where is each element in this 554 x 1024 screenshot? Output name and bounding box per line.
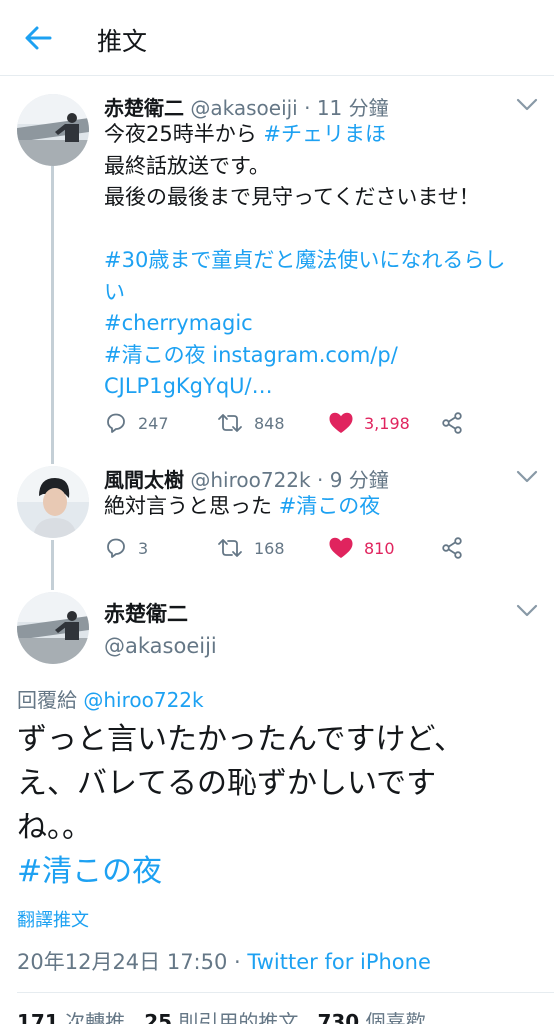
avatar[interactable] <box>17 592 89 664</box>
tweet-link[interactable]: い <box>104 280 125 304</box>
likes-stat[interactable]: 730 個喜歡 <box>317 1010 425 1024</box>
tweet-meta: 風間太樹 @hiroo722k · 9 分鐘 <box>104 464 389 493</box>
main-text-line: ずっと言いたかったんですけど、 <box>17 722 464 757</box>
reply-button[interactable]: 247 <box>104 408 169 438</box>
tweet-text-line: #清この夜 instagram.com/p/ <box>104 340 534 372</box>
tweet-text-line: 最後の最後まで見守ってくださいませ！ <box>104 182 534 214</box>
retweet-count: 848 <box>254 413 285 433</box>
tweet-meta: 赤楚衛二 @akasoeiji · 11 分鐘 <box>104 92 389 121</box>
tweet-text: 絶対言うと思った #清この夜 <box>104 491 534 523</box>
share-button[interactable] <box>440 533 474 563</box>
author-handle[interactable]: @hiroo722k <box>190 468 310 492</box>
hashtag-link[interactable]: #清この夜 <box>17 846 162 890</box>
tweet-text-line: #cherrymagic <box>104 308 534 340</box>
retweet-icon <box>218 539 242 557</box>
author-handle[interactable]: @akasoeiji <box>104 634 217 658</box>
tweet-link[interactable]: #チェリまほ <box>263 122 386 146</box>
tweet-actions: 247 848 3,198 <box>104 408 524 438</box>
tweet-link[interactable]: #清この夜 <box>279 494 381 518</box>
share-icon <box>442 412 462 434</box>
separator-dot: · <box>316 468 324 492</box>
tweet-text-segment <box>104 217 111 241</box>
quotes-stat[interactable]: 25 則引用的推文 <box>144 1010 298 1024</box>
reply-count: 247 <box>138 413 169 433</box>
tweet-text-line: い <box>104 277 534 309</box>
share-icon <box>442 537 462 559</box>
like-button[interactable]: 810 <box>328 533 395 563</box>
page-title: 推文 <box>97 27 148 56</box>
tweet-link[interactable]: instagram.com/p/ <box>206 343 398 367</box>
main-tweet-text: ずっと言いたかったんですけど、 え、バレてるの恥ずかしいです ね。。 <box>17 718 537 850</box>
heart-icon <box>329 412 353 433</box>
tweet-time: 9 分鐘 <box>329 468 389 492</box>
author-handle[interactable]: @akasoeiji <box>190 96 297 120</box>
tweet-text-segment: 絶対言うと思った <box>104 494 279 518</box>
avatar[interactable] <box>17 466 89 538</box>
top-bar: 推文 <box>0 0 554 76</box>
retweet-button[interactable]: 848 <box>216 408 285 438</box>
tweet-link[interactable]: #清この夜 <box>104 343 206 367</box>
reply-prefix: 回覆給 <box>17 688 84 712</box>
tweet-text-segment: 今夜25時半から <box>104 122 264 146</box>
reply-to-link[interactable]: @hiroo722k <box>83 688 203 712</box>
tweet-stats: 171 次轉推 25 則引用的推文 730 個喜歡 <box>17 1006 426 1024</box>
main-text-line: ね。。 <box>17 810 92 845</box>
tweet-time: 11 分鐘 <box>316 96 389 120</box>
retweet-count: 168 <box>254 538 285 558</box>
tweet-text: 今夜25時半から #チェリまほ 最終話放送です。 最後の最後まで見守ってくださいませ… <box>104 119 534 403</box>
reply-icon <box>107 413 125 433</box>
author-name[interactable]: 赤楚衛二 <box>104 598 188 628</box>
retweet-icon <box>218 414 242 432</box>
chevron-down-icon[interactable] <box>516 470 538 484</box>
tweet-text-line <box>104 214 534 246</box>
avatar[interactable] <box>17 94 89 166</box>
author-name[interactable]: 風間太樹 <box>104 468 184 492</box>
translate-tweet-link[interactable]: 翻譯推文 <box>17 906 89 932</box>
tweet-text-line: #30歳まで童貞だと魔法使いになれるらし <box>104 245 534 277</box>
retweet-button[interactable]: 168 <box>216 533 285 563</box>
heart-icon <box>329 537 353 558</box>
reply-count: 3 <box>138 538 149 558</box>
separator-dot: · <box>227 950 248 974</box>
tweet-text-line: CJLP1gKgYqU/… <box>104 371 534 403</box>
author-name[interactable]: 赤楚衛二 <box>104 96 184 120</box>
chevron-down-icon[interactable] <box>516 98 538 112</box>
thread-line <box>51 540 54 590</box>
chevron-down-icon[interactable] <box>516 604 538 618</box>
tweet-timestamp: 20年12月24日 17:50 · Twitter for iPhone <box>17 946 431 976</box>
tweet-link[interactable]: CJLP1gKgYqU/… <box>104 374 273 398</box>
client-link[interactable]: Twitter for iPhone <box>247 950 431 974</box>
tweet-text-line: 最終話放送です。 <box>104 151 534 183</box>
tweet-link[interactable]: #30歳まで童貞だと魔法使いになれるらし <box>104 248 505 272</box>
main-text-line: え、バレてるの恥ずかしいです <box>17 766 437 801</box>
back-arrow-icon[interactable] <box>22 22 54 54</box>
tweet-text-line: 今夜25時半から #チェリまほ <box>104 119 534 151</box>
divider <box>17 992 554 993</box>
reply-icon <box>107 538 125 558</box>
tweet-link[interactable]: #cherrymagic <box>104 311 253 335</box>
tweet-text-line: 絶対言うと思った #清この夜 <box>104 491 534 523</box>
share-button[interactable] <box>440 408 474 438</box>
tweet-text-segment: 最終話放送です。 <box>104 153 270 178</box>
reply-button[interactable]: 3 <box>104 533 148 563</box>
tweet-date: 20年12月24日 17:50 <box>17 950 228 974</box>
tweet-text-segment: 最後の最後まで見守ってくださいませ！ <box>104 185 480 209</box>
separator-dot: · <box>304 96 311 120</box>
like-button[interactable]: 3,198 <box>328 408 410 438</box>
reply-context: 回覆給 @hiroo722k <box>17 684 204 713</box>
like-count: 3,198 <box>364 413 410 433</box>
retweets-stat[interactable]: 171 次轉推 <box>17 1010 125 1024</box>
tweet-actions: 3 168 810 <box>104 533 524 563</box>
thread-line <box>51 166 54 464</box>
like-count: 810 <box>364 538 395 558</box>
